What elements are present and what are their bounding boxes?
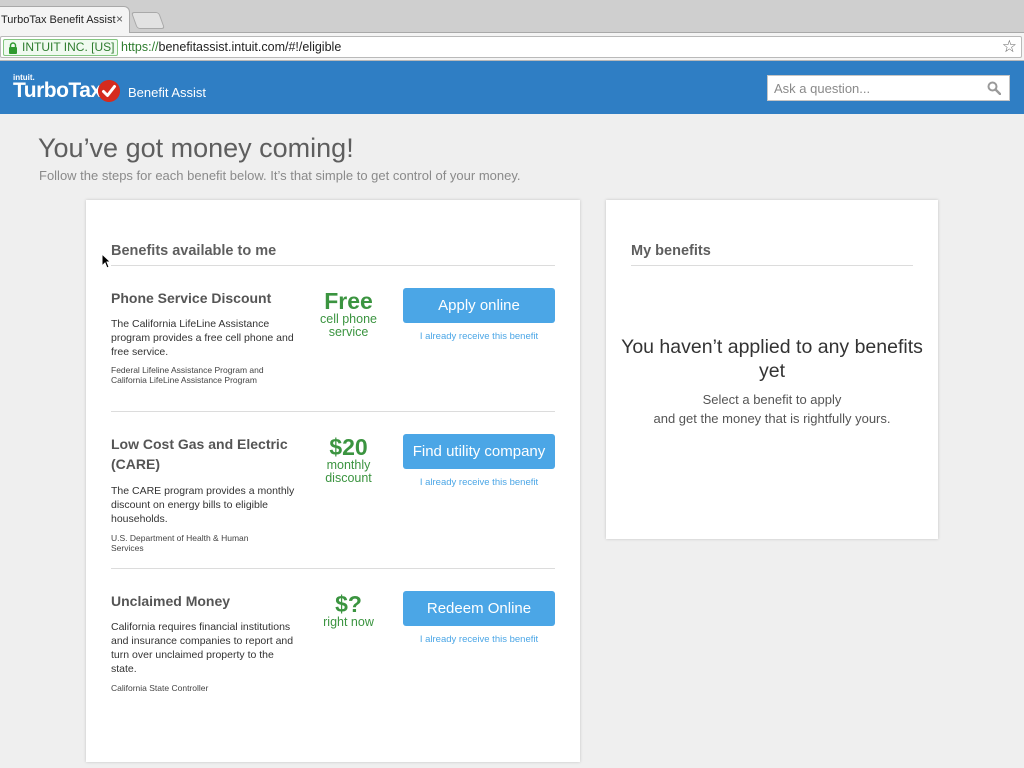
benefits-available-card: Benefits available to me Phone Service D… xyxy=(86,200,580,762)
benefit-amount: Free cell phone service xyxy=(311,289,386,339)
benefit-source: Federal Lifeline Assistance Program and … xyxy=(111,365,264,385)
url-path: benefitassist.intuit.com/#!/eligible xyxy=(158,40,342,54)
benefit-amount: $20 monthly discount xyxy=(311,435,386,485)
already-receive-link[interactable]: I already receive this benefit xyxy=(403,331,555,342)
benefit-title: Phone Service Discount xyxy=(111,290,272,306)
already-receive-link[interactable]: I already receive this benefit xyxy=(403,634,555,645)
empty-state-title: You haven’t applied to any benefits yet xyxy=(621,336,923,382)
my-benefits-heading: My benefits xyxy=(631,243,711,259)
close-tab-icon[interactable]: × xyxy=(116,12,123,26)
benefits-available-heading: Benefits available to me xyxy=(111,243,277,259)
divider xyxy=(111,568,555,569)
url-text: https://benefitassist.intuit.com/#!/elig… xyxy=(121,40,341,54)
search-icon[interactable] xyxy=(987,81,1001,95)
page-subtitle: Follow the steps for each benefit below.… xyxy=(39,168,521,183)
search-input[interactable] xyxy=(768,76,983,100)
find-utility-company-button[interactable]: Find utility company xyxy=(403,434,555,469)
benefit-title: Low Cost Gas and Electric (CARE) xyxy=(111,436,288,472)
app-header: intuit. TurboTax Benefit Assist xyxy=(0,61,1024,114)
benefit-amount-value: $? xyxy=(335,591,362,617)
divider xyxy=(111,411,555,412)
address-bar: INTUIT INC. [US] https://benefitassist.i… xyxy=(0,33,1024,61)
ev-certificate-badge[interactable]: INTUIT INC. [US] xyxy=(3,39,119,56)
turbotax-wordmark: TurboTax xyxy=(13,79,102,102)
benefit-description: The CARE program provides a monthly disc… xyxy=(111,485,295,525)
redeem-online-button[interactable]: Redeem Online xyxy=(403,591,555,626)
benefit-amount-value: $20 xyxy=(329,434,368,460)
benefit-description: The California LifeLine Assistance progr… xyxy=(111,318,294,358)
lock-icon xyxy=(9,42,17,54)
page-title: You’ve got money coming! xyxy=(38,133,354,163)
benefit-amount: $? right now xyxy=(311,592,386,629)
already-receive-link[interactable]: I already receive this benefit xyxy=(403,477,555,488)
browser-tab-bar: TurboTax Benefit Assist × xyxy=(0,0,1024,34)
benefit-source: California State Controller xyxy=(111,683,209,693)
benefit-amount-note: cell phone service xyxy=(320,312,377,339)
apply-online-button[interactable]: Apply online xyxy=(403,288,555,323)
benefit-amount-value: Free xyxy=(324,288,373,314)
url-field[interactable]: INTUIT INC. [US] https://benefitassist.i… xyxy=(0,36,1022,58)
app-name: Benefit Assist xyxy=(128,85,207,100)
benefit-description: California requires financial institutio… xyxy=(111,621,294,675)
ev-label: INTUIT INC. [US] xyxy=(22,40,115,54)
tab-title: TurboTax Benefit Assist xyxy=(1,14,116,26)
divider xyxy=(631,265,913,266)
browser-tab[interactable]: TurboTax Benefit Assist × xyxy=(0,6,130,34)
divider xyxy=(111,265,555,266)
new-tab-button[interactable] xyxy=(130,12,166,29)
my-benefits-card: My benefits You haven’t applied to any b… xyxy=(606,200,938,539)
benefit-title: Unclaimed Money xyxy=(111,593,231,609)
bookmark-star-icon[interactable]: ☆ xyxy=(1002,38,1017,56)
checkmark-icon xyxy=(98,80,120,102)
empty-state-line: and get the money that is rightfully you… xyxy=(653,411,891,426)
mouse-cursor-icon xyxy=(101,253,111,269)
benefit-amount-note: monthly discount xyxy=(325,458,372,485)
search-box xyxy=(767,75,1010,101)
empty-state-line: Select a benefit to apply xyxy=(702,392,842,407)
url-scheme: https:// xyxy=(121,40,159,54)
benefit-source: U.S. Department of Health & Human Servic… xyxy=(111,533,249,553)
benefit-amount-note: right now xyxy=(323,615,374,629)
empty-state-text: Select a benefit to apply and get the mo… xyxy=(606,390,938,428)
